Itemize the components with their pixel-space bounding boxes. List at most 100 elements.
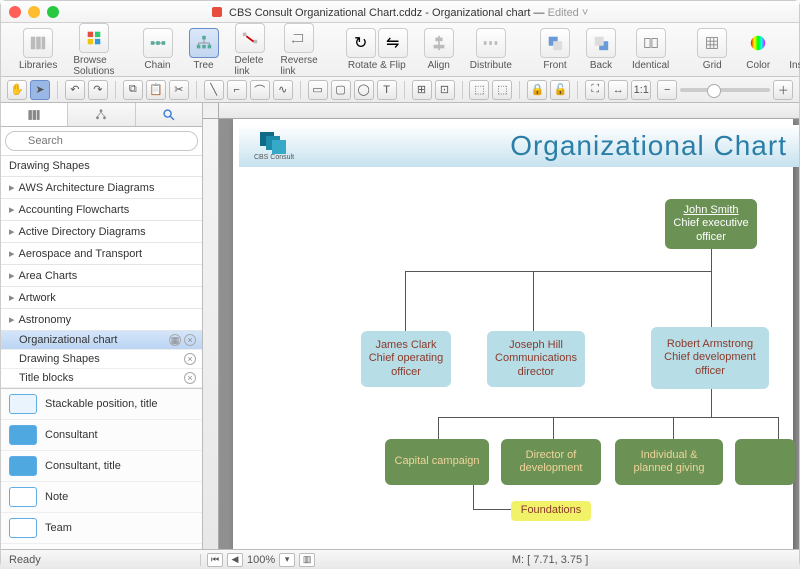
cbs-logo: CBS Consult [251, 132, 297, 161]
chart-title-bar: CBS Consult Organizational Chart [239, 125, 799, 167]
ellipse-tool[interactable]: ◯ [354, 80, 374, 100]
page-prev-icon[interactable]: ◀ [227, 553, 243, 567]
zoom-dropdown-icon[interactable]: ▾ [279, 553, 295, 567]
window-title: CBS Consult Organizational Chart.cddz - … [1, 5, 799, 19]
libraries-button[interactable] [23, 28, 53, 58]
distribute-button[interactable] [476, 28, 506, 58]
traffic-lights [9, 6, 59, 18]
org-node-ceo[interactable]: John SmithChief executive officer [665, 199, 757, 249]
zoom-window[interactable] [47, 6, 59, 18]
library-item[interactable]: Direct connector [1, 544, 202, 549]
org-node-capital[interactable]: Capital campaign [385, 439, 489, 485]
sidebar-section[interactable]: ▸Accounting Flowcharts [1, 199, 202, 221]
undo-icon[interactable]: ↶ [65, 80, 85, 100]
sidebar-section[interactable]: Drawing Shapes [1, 156, 202, 177]
group-icon[interactable]: ⬚ [469, 80, 489, 100]
grid-button[interactable] [697, 28, 727, 58]
sidebar-tab-libraries[interactable] [1, 103, 68, 126]
vertical-ruler[interactable] [203, 119, 219, 549]
hand-tool[interactable]: ✋ [7, 80, 27, 100]
page-first-icon[interactable]: ⏮ [207, 553, 223, 567]
text-tool[interactable]: T [377, 80, 397, 100]
connector-tool[interactable]: ⌐ [227, 80, 247, 100]
zoom-value[interactable]: 100% [247, 554, 275, 566]
library-item[interactable]: Note [1, 482, 202, 513]
ungroup-icon[interactable]: ⬚ [492, 80, 512, 100]
color-button[interactable] [743, 28, 773, 58]
sidebar-section[interactable]: ▸Astronomy [1, 309, 202, 331]
sidebar-sub-drawing[interactable]: Drawing Shapes× [1, 350, 202, 369]
sidebar-sub-orgchart[interactable]: Organizational chart▦× [1, 331, 202, 350]
cut-icon[interactable]: ✂ [169, 80, 189, 100]
close-icon[interactable]: × [184, 372, 196, 384]
org-node-dod[interactable]: Director of development [501, 439, 601, 485]
content-area: Drawing Shapes ▸AWS Architecture Diagram… [1, 103, 799, 549]
sidebar-tab-search[interactable] [136, 103, 202, 126]
horizontal-ruler[interactable] [219, 103, 799, 119]
fit-page-icon[interactable]: ⛶ [585, 80, 605, 100]
sidebar-tabs [1, 103, 202, 127]
flip-button[interactable]: ⇋ [378, 28, 408, 58]
sidebar-tab-tree[interactable] [68, 103, 135, 126]
library-item[interactable]: Team [1, 513, 202, 544]
spline-tool[interactable]: ∿ [273, 80, 293, 100]
ruler-corner [203, 103, 219, 119]
sidebar-section[interactable]: ▸AWS Architecture Diagrams [1, 177, 202, 199]
org-node-comm[interactable]: Joseph HillCommunications director [487, 331, 585, 387]
close-icon[interactable]: × [184, 334, 196, 346]
copy-icon[interactable]: ⧉ [123, 80, 143, 100]
line-tool[interactable]: ╲ [204, 80, 224, 100]
fit-width-icon[interactable]: ↔ [608, 80, 628, 100]
org-node-partial[interactable] [735, 439, 795, 485]
org-node-coo[interactable]: James ClarkChief operating officer [361, 331, 451, 387]
browse-solutions-button[interactable] [79, 23, 109, 53]
back-button[interactable] [586, 28, 616, 58]
lock-icon[interactable]: 🔒 [527, 80, 547, 100]
snap-guides-icon[interactable]: ⊡ [435, 80, 455, 100]
sidebar-section[interactable]: ▸Artwork [1, 287, 202, 309]
title-docname: Organizational chart [432, 7, 530, 19]
zoom-out-icon[interactable]: − [657, 80, 677, 100]
identical-button[interactable] [636, 28, 666, 58]
status-bar: Ready ⏮ ◀ 100% ▾ ▥ M: [ 7.71, 3.75 ] [1, 549, 799, 569]
preview-icon[interactable]: ▦ [169, 334, 181, 346]
paste-icon[interactable]: 📋 [146, 80, 166, 100]
sidebar-section[interactable]: ▸Area Charts [1, 265, 202, 287]
close-window[interactable] [9, 6, 21, 18]
search-input[interactable] [5, 131, 198, 151]
rect-tool[interactable]: ▭ [308, 80, 328, 100]
library-list: Stackable position, title Consultant Con… [1, 388, 202, 549]
sidebar-section[interactable]: ▸Aerospace and Transport [1, 243, 202, 265]
status-mouse: M: [ 7.71, 3.75 ] [321, 554, 779, 566]
canvas-area: CBS Consult Organizational Chart [203, 103, 799, 549]
minimize-window[interactable] [28, 6, 40, 18]
org-node-foundations[interactable]: Foundations [511, 501, 591, 521]
drawing-canvas[interactable]: CBS Consult Organizational Chart [219, 119, 799, 549]
library-item[interactable]: Stackable position, title [1, 389, 202, 420]
arc-tool[interactable]: ⌒ [250, 80, 270, 100]
align-button[interactable] [424, 28, 454, 58]
org-node-ipg[interactable]: Individual & planned giving [615, 439, 723, 485]
library-item[interactable]: Consultant, title [1, 451, 202, 482]
zoom-in-icon[interactable]: ＋ [773, 80, 793, 100]
sidebar-section[interactable]: ▸Active Directory Diagrams [1, 221, 202, 243]
actual-size-icon[interactable]: 1:1 [631, 80, 651, 100]
reverse-link-button[interactable] [284, 23, 314, 53]
chart-title: Organizational Chart [297, 130, 787, 162]
zoom-slider[interactable] [680, 88, 770, 92]
roundrect-tool[interactable]: ▢ [331, 80, 351, 100]
chain-button[interactable] [143, 28, 173, 58]
snap-grid-icon[interactable]: ⊞ [412, 80, 432, 100]
delete-link-button[interactable] [235, 23, 265, 53]
pointer-tool[interactable]: ➤ [30, 80, 50, 100]
sidebar-sub-title[interactable]: Title blocks× [1, 369, 202, 388]
page-split-icon[interactable]: ▥ [299, 553, 315, 567]
unlock-icon[interactable]: 🔓 [550, 80, 570, 100]
rotate-button[interactable]: ↻ [346, 28, 376, 58]
tree-button[interactable] [189, 28, 219, 58]
front-button[interactable] [540, 28, 570, 58]
org-node-cdo[interactable]: Robert ArmstrongChief development office… [651, 327, 769, 389]
close-icon[interactable]: × [184, 353, 196, 365]
library-item[interactable]: Consultant [1, 420, 202, 451]
redo-icon[interactable]: ↷ [88, 80, 108, 100]
